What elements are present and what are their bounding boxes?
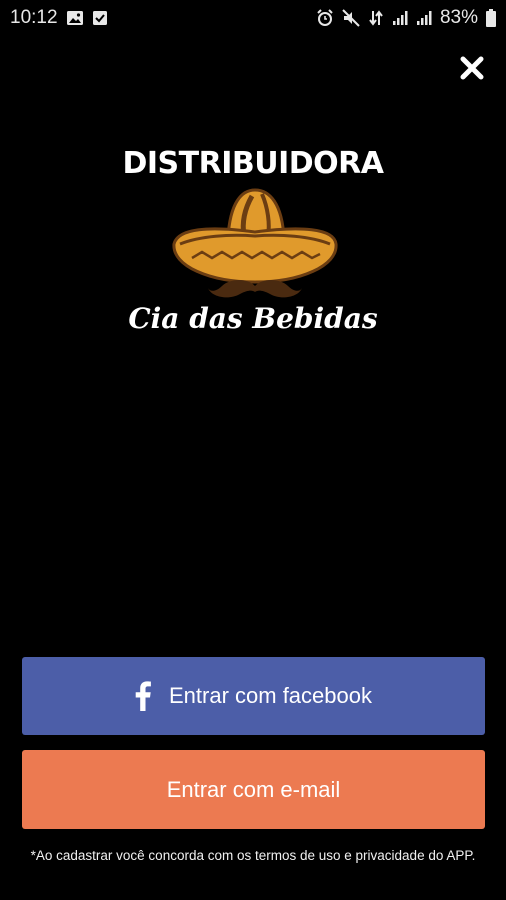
- close-button[interactable]: [456, 52, 488, 84]
- logo-title: DISTRIBUIDORA: [122, 146, 384, 181]
- facebook-icon: [135, 681, 151, 711]
- status-bar: 10:12 83%: [0, 0, 506, 36]
- brand-logo: DISTRIBUIDORA Cia das Bebidas: [120, 140, 386, 350]
- signal-icon: [416, 10, 432, 26]
- status-time: 10:12: [10, 7, 58, 28]
- status-right: 83%: [316, 7, 496, 29]
- facebook-login-label: Entrar com facebook: [169, 683, 372, 708]
- battery-icon: [486, 9, 496, 27]
- facebook-login-button[interactable]: Entrar com facebook: [22, 657, 485, 735]
- data-icon: [368, 9, 384, 27]
- image-icon: [66, 10, 84, 26]
- terms-text: *Ao cadastrar você concorda com os termo…: [30, 848, 476, 863]
- alarm-icon: [316, 9, 334, 27]
- sombrero-icon: [172, 188, 338, 298]
- status-left: 10:12: [10, 7, 108, 29]
- logo-script: Cia das Bebidas: [128, 302, 378, 335]
- email-login-label: Entrar com e-mail: [166, 776, 341, 802]
- close-icon: [460, 56, 484, 80]
- email-login-button[interactable]: Entrar com e-mail: [22, 750, 485, 829]
- battery-percent: 83%: [439, 7, 478, 28]
- checkbox-icon: [92, 10, 108, 26]
- mute-icon: [342, 9, 360, 27]
- signal-icon: [392, 10, 408, 26]
